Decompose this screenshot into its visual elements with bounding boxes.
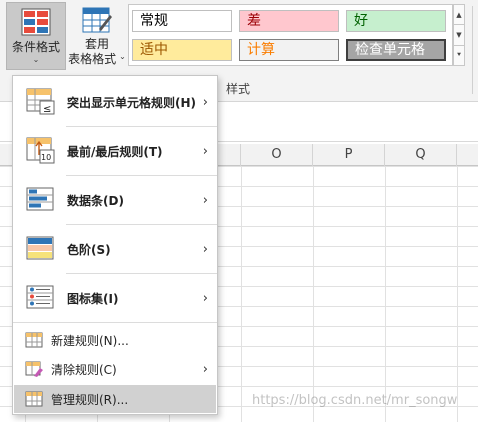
- format-as-table-label-row: 表格格式 ⌄: [68, 52, 126, 67]
- styles-group-label: 样式: [226, 82, 251, 96]
- highlight-cells-rules-icon: ≤: [26, 88, 55, 115]
- column-header-p[interactable]: P: [313, 144, 385, 166]
- column-header-q[interactable]: Q: [385, 144, 457, 166]
- manage-rules-icon: [25, 391, 43, 407]
- format-as-table-label-1: 套用: [84, 37, 109, 51]
- gallery-expand-icon[interactable]: ⯆: [453, 45, 465, 66]
- chevron-right-icon: ›: [202, 94, 208, 110]
- style-normal[interactable]: 常规: [132, 10, 232, 32]
- menu-item-label: 管理规则(R)...: [51, 392, 129, 407]
- menu-item-clear-rules[interactable]: 清除规则(C) ›: [14, 355, 216, 383]
- cell-styles-gallery: 常规 差 好 适中 计算 检查单元格: [128, 4, 453, 66]
- menu-item-data-bars[interactable]: 数据条(D) ›: [14, 176, 216, 224]
- menu-item-label: 清除规则(C): [51, 362, 117, 377]
- menu-item-label: 突出显示单元格规则(H): [67, 95, 197, 110]
- conditional-formatting-menu: ≤ 突出显示单元格规则(H) › 10 最前/最后规则(T) › 数据条(D) …: [12, 75, 218, 415]
- menu-item-color-scales[interactable]: 色阶(S) ›: [14, 225, 216, 273]
- group-separator: [472, 6, 473, 94]
- svg-text:10: 10: [41, 153, 51, 162]
- chevron-right-icon: ›: [202, 290, 208, 306]
- menu-item-label: 图标集(I): [67, 291, 119, 306]
- svg-text:≤: ≤: [43, 104, 51, 115]
- format-as-table-label-2: 表格格式: [68, 52, 117, 66]
- conditional-formatting-button[interactable]: 条件格式 ⌄: [6, 2, 66, 70]
- menu-item-label: 数据条(D): [67, 193, 124, 208]
- menu-item-label: 色阶(S): [67, 242, 111, 257]
- gallery-scroll-up-icon[interactable]: ▲: [453, 4, 465, 26]
- chevron-right-icon: ›: [202, 361, 208, 377]
- menu-item-label: 新建规则(N)...: [51, 333, 129, 348]
- style-calculation-label: 计算: [247, 42, 275, 58]
- gallery-scroll: ▲ ▼ ⯆: [453, 4, 465, 66]
- clear-rules-icon: [25, 361, 43, 377]
- format-as-table-button[interactable]: 套用 表格格式 ⌄: [66, 2, 128, 70]
- color-scales-icon: [26, 236, 54, 260]
- style-normal-label: 常规: [140, 13, 168, 29]
- style-check-cell-label: 检查单元格: [355, 42, 425, 58]
- watermark: https://blog.csdn.net/mr_songw: [252, 393, 458, 408]
- menu-item-top-bottom-rules[interactable]: 10 最前/最后规则(T) ›: [14, 127, 216, 175]
- column-header-o[interactable]: O: [241, 144, 313, 166]
- data-bars-icon: [26, 187, 54, 211]
- style-neutral-label: 适中: [140, 42, 168, 58]
- chevron-down-icon: ⌄: [119, 52, 126, 61]
- style-calculation[interactable]: 计算: [239, 39, 339, 61]
- menu-item-highlight-cells-rules[interactable]: ≤ 突出显示单元格规则(H) ›: [14, 78, 216, 126]
- menu-item-label: 最前/最后规则(T): [67, 144, 163, 159]
- style-good-label: 好: [354, 13, 368, 29]
- chevron-right-icon: ›: [202, 143, 208, 159]
- style-bad[interactable]: 差: [239, 10, 339, 32]
- menu-item-icon-sets[interactable]: 图标集(I) ›: [14, 274, 216, 322]
- conditional-formatting-icon: [21, 8, 51, 36]
- gallery-scroll-down-icon[interactable]: ▼: [453, 25, 465, 46]
- new-rule-icon: [25, 332, 43, 348]
- format-as-table-icon: [82, 7, 112, 33]
- chevron-right-icon: ›: [202, 192, 208, 208]
- style-check-cell[interactable]: 检查单元格: [346, 39, 446, 61]
- chevron-right-icon: ›: [202, 241, 208, 257]
- conditional-formatting-label: 条件格式: [11, 40, 60, 54]
- menu-item-new-rule[interactable]: 新建规则(N)...: [14, 326, 216, 354]
- chevron-down-icon: ⌄: [32, 55, 40, 64]
- top-bottom-rules-icon: 10: [26, 137, 55, 164]
- icon-sets-icon: [26, 285, 54, 309]
- style-neutral[interactable]: 适中: [132, 39, 232, 61]
- menu-separator: [13, 322, 217, 323]
- style-bad-label: 差: [247, 13, 261, 29]
- menu-item-manage-rules[interactable]: 管理规则(R)...: [14, 385, 216, 413]
- style-good[interactable]: 好: [346, 10, 446, 32]
